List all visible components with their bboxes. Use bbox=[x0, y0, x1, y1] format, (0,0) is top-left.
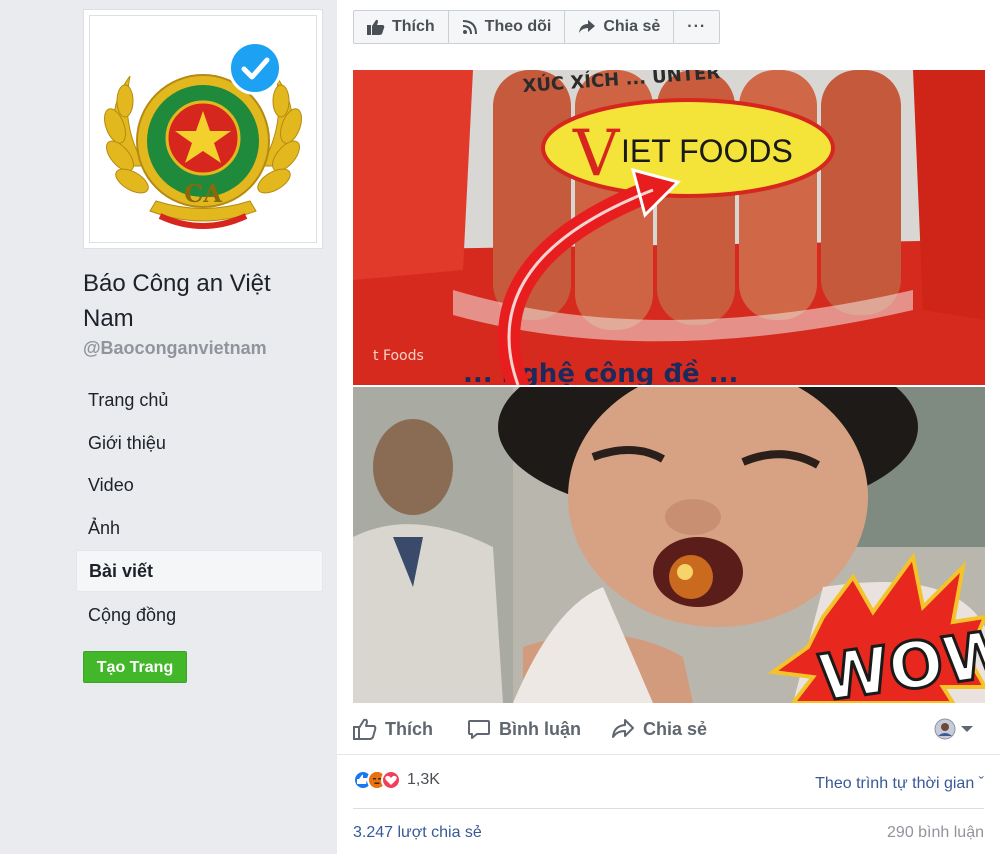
nav-item-photos[interactable]: Ảnh bbox=[76, 508, 323, 548]
post-photo-eating[interactable]: WOW bbox=[353, 387, 985, 703]
share-count-link[interactable]: 3.247 lượt chia sẻ bbox=[353, 824, 482, 842]
check-icon bbox=[241, 57, 270, 80]
user-avatar-icon bbox=[934, 718, 956, 740]
like-page-button[interactable]: Thích bbox=[353, 10, 449, 44]
nav-item-home[interactable]: Trang chủ bbox=[76, 380, 323, 420]
follow-button[interactable]: Theo dõi bbox=[447, 10, 566, 44]
package-side-text: t Foods bbox=[373, 348, 424, 364]
follow-label: Theo dõi bbox=[484, 18, 552, 35]
share-arrow-outline-icon bbox=[612, 719, 634, 738]
comment-count[interactable]: 290 bình luận bbox=[887, 824, 984, 842]
page-title: Báo Công an Việt Nam bbox=[83, 270, 271, 332]
page-action-bar: Thích Theo dõi Chia sẻ ··· bbox=[337, 0, 1000, 63]
svg-text:CA: CA bbox=[184, 179, 222, 208]
page-nav: Trang chủ Giới thiệu Video Ảnh Bài viết … bbox=[76, 380, 323, 637]
speech-bubble-icon bbox=[468, 720, 490, 739]
share-arrow-icon bbox=[579, 20, 596, 33]
like-post-label: Thích bbox=[385, 718, 433, 739]
comment-sort-dropdown[interactable]: Theo trình tự thời gian ˇ bbox=[815, 775, 984, 793]
verified-badge-icon bbox=[228, 41, 282, 95]
page-username[interactable]: @Baoconganvietnam bbox=[83, 338, 267, 359]
profile-picture-inner: CA bbox=[89, 15, 317, 243]
sausage-package-image: V IET FOODS XÚC XÍCH ... UNTER t Foods .… bbox=[353, 70, 985, 385]
police-emblem-logo: CA bbox=[104, 74, 302, 229]
nav-item-videos[interactable]: Video bbox=[76, 465, 323, 505]
create-page-button[interactable]: Tạo Trang bbox=[83, 651, 187, 683]
chevron-down-icon bbox=[961, 726, 973, 732]
like-post-button[interactable]: Thích bbox=[353, 717, 433, 741]
page-action-buttons: Thích Theo dõi Chia sẻ ··· bbox=[353, 10, 721, 44]
profile-picture[interactable]: CA bbox=[83, 9, 323, 249]
eating-person-image: WOW bbox=[353, 387, 985, 703]
more-icon: ··· bbox=[687, 18, 707, 35]
divider bbox=[353, 808, 984, 809]
logo-initial-text: V bbox=[572, 117, 621, 191]
rss-icon bbox=[462, 20, 477, 35]
share-post-label: Chia sẻ bbox=[643, 718, 708, 739]
logo-brand-text: IET FOODS bbox=[621, 133, 793, 169]
more-options-button[interactable]: ··· bbox=[673, 10, 721, 44]
share-post-button[interactable]: Chia sẻ bbox=[611, 717, 707, 741]
post-as-selector[interactable] bbox=[934, 718, 974, 740]
love-reaction-icon bbox=[381, 770, 401, 790]
post-photo-sausages[interactable]: V IET FOODS XÚC XÍCH ... UNTER t Foods .… bbox=[353, 70, 985, 385]
nav-item-posts[interactable]: Bài viết bbox=[76, 550, 323, 592]
nav-item-about[interactable]: Giới thiệu bbox=[76, 423, 323, 463]
share-page-label: Chia sẻ bbox=[603, 18, 661, 35]
thumbs-up-icon bbox=[367, 19, 385, 35]
like-page-label: Thích bbox=[392, 18, 435, 35]
nav-item-community[interactable]: Cộng đồng bbox=[76, 595, 323, 635]
reaction-count: 1,3K bbox=[407, 771, 440, 788]
page-sidebar: CA Báo Công an Việt Nam @Baoconganvietna… bbox=[0, 0, 336, 854]
comment-label: Bình luận bbox=[499, 718, 581, 739]
reaction-summary[interactable]: 1,3K bbox=[353, 770, 440, 790]
thumbs-up-outline-icon bbox=[353, 718, 377, 740]
comment-button[interactable]: Bình luận bbox=[467, 717, 581, 741]
share-page-button[interactable]: Chia sẻ bbox=[564, 10, 675, 44]
post-card: V IET FOODS XÚC XÍCH ... UNTER t Foods .… bbox=[337, 62, 1000, 854]
post-action-bar: Thích Bình luận Chia sẻ bbox=[337, 706, 1000, 755]
